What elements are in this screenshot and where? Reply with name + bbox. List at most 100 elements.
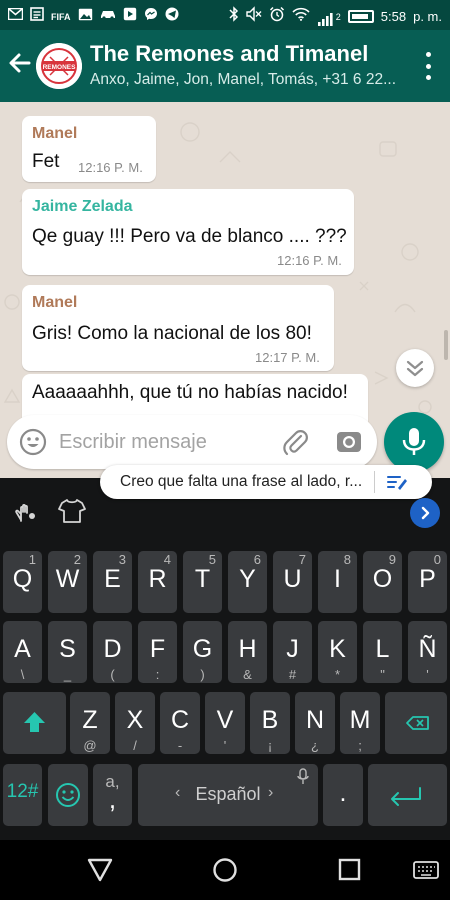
voice-message-button[interactable] [384, 412, 444, 472]
shift-key[interactable] [3, 692, 66, 754]
key-w[interactable]: 2W [48, 551, 87, 613]
suggestion-edit-icon[interactable] [386, 473, 408, 491]
signal-icon: 2 [317, 8, 341, 26]
message-sender: Manel [32, 294, 78, 311]
key-v[interactable]: V ' [205, 692, 245, 754]
key-a[interactable]: A \ [3, 621, 42, 683]
home-nav-icon[interactable] [213, 858, 237, 882]
keyboard-switch-icon[interactable] [413, 861, 439, 879]
message-text: Fet [32, 151, 60, 172]
battery-icon [347, 10, 374, 23]
key-enye[interactable]: Ñ ' [408, 621, 447, 683]
key-r[interactable]: 4R [138, 551, 177, 613]
numbers-key[interactable]: 12# [3, 764, 42, 826]
key-n[interactable]: N ¿ [295, 692, 335, 754]
message-time: 12:17 P. M. [255, 350, 320, 365]
keyboard: 1Q 2W 3E 4R 5T 6Y 7U 8I 9O 0P A \ S _ D( F… [0, 478, 450, 840]
telegram-icon [165, 7, 179, 26]
attach-icon[interactable] [281, 427, 309, 457]
double-chevron-down-icon [406, 360, 424, 377]
key-q[interactable]: 1Q [3, 551, 42, 613]
expand-suggestions-button[interactable] [410, 498, 440, 528]
key-k[interactable]: K * [318, 621, 357, 683]
status-bar: FIFA 2 5:58 p. m. [0, 0, 450, 30]
backspace-icon [406, 716, 429, 730]
voice-input-icon [297, 768, 309, 784]
message-bubble[interactable]: Jaime Zelada Qe guay !!! Pero va de blan… [22, 189, 354, 275]
key-i[interactable]: 8I [318, 551, 357, 613]
key-h[interactable]: H & [228, 621, 267, 683]
comma-key[interactable]: a, , [93, 764, 132, 826]
chat-header: REMONES The Remones and Timanel Anxo, Ja… [0, 30, 450, 102]
key-m[interactable]: M; [340, 692, 380, 754]
suggestion-text: Creo que falta una frase al lado, r... [120, 473, 363, 490]
bluetooth-icon [229, 6, 239, 27]
emoji-key[interactable] [48, 764, 88, 826]
microphone-icon [402, 428, 426, 455]
message-input[interactable] [59, 427, 279, 457]
enter-key[interactable] [368, 764, 447, 826]
messenger-icon [144, 7, 158, 26]
key-l[interactable]: L " [363, 621, 402, 683]
enter-arrow-icon [391, 787, 421, 806]
space-key[interactable]: ‹ Español › [138, 764, 318, 826]
image-icon [78, 8, 93, 26]
chat-title[interactable]: The Remones and Timanel [90, 41, 368, 67]
back-nav-icon[interactable] [87, 858, 113, 882]
key-y[interactable]: 6Y [228, 551, 267, 613]
key-e[interactable]: 3E [93, 551, 132, 613]
key-j[interactable]: J # [273, 621, 312, 683]
back-arrow-icon[interactable] [6, 50, 34, 78]
gmail-icon [7, 7, 24, 25]
key-d[interactable]: D( [93, 621, 132, 683]
key-x[interactable]: X / [115, 692, 155, 754]
key-b[interactable]: B ¡ [250, 692, 290, 754]
key-p[interactable]: 0P [408, 551, 447, 613]
message-sender: Manel [32, 125, 78, 142]
scrollbar[interactable] [444, 330, 448, 360]
message-text: Aaaaaahhh, que tú no habías nacido! [32, 382, 348, 403]
news-icon [30, 7, 44, 26]
wifi-icon [292, 7, 310, 26]
shift-arrow-icon [24, 712, 45, 732]
more-options-icon[interactable] [424, 52, 432, 80]
recents-nav-icon[interactable] [338, 858, 361, 881]
message-composer [7, 415, 377, 469]
key-f[interactable]: F: [138, 621, 177, 683]
status-time: 5:58 [380, 8, 407, 24]
mute-icon [246, 6, 262, 27]
message-time: 12:16 P. M. [277, 253, 342, 268]
chat-participants[interactable]: Anxo, Jaime, Jon, Manel, Tomás, +31 6 22… [90, 71, 408, 89]
period-key[interactable]: . [323, 764, 363, 826]
message-text: Gris! Como la nacional de los 80! [32, 323, 312, 344]
gesture-hand-icon[interactable] [12, 498, 38, 524]
message-time: 12:16 P. M. [78, 160, 143, 175]
backspace-key[interactable] [385, 692, 447, 754]
theme-shirt-icon[interactable] [58, 498, 86, 524]
fifa-icon: FIFA [51, 11, 71, 22]
group-avatar[interactable]: REMONES [36, 43, 82, 89]
message-bubble[interactable]: Manel Fet 12:16 P. M. [22, 116, 156, 182]
avatar-logo-text: REMONES [43, 64, 77, 71]
chevron-right-icon [421, 506, 430, 520]
key-u[interactable]: 7U [273, 551, 312, 613]
key-z[interactable]: Z @ [70, 692, 110, 754]
smiley-icon [56, 783, 80, 807]
scroll-to-bottom-button[interactable] [396, 349, 434, 387]
message-bubble[interactable]: Manel Gris! Como la nacional de los 80! … [22, 285, 334, 371]
smart-reply-suggestion[interactable]: Creo que falta una frase al lado, r... [100, 465, 432, 499]
key-c[interactable]: C- [160, 692, 200, 754]
camera-icon[interactable] [335, 428, 363, 456]
emoji-icon[interactable] [19, 428, 47, 456]
key-o[interactable]: 9O [363, 551, 402, 613]
key-t[interactable]: 5T [183, 551, 222, 613]
message-text: Qe guay !!! Pero va de blanco .... ??? [32, 226, 347, 247]
status-time-suffix: p. m. [413, 8, 442, 24]
key-g[interactable]: G) [183, 621, 222, 683]
car-icon [100, 8, 116, 25]
key-s[interactable]: S _ [48, 621, 87, 683]
message-sender: Jaime Zelada [32, 198, 133, 215]
video-icon [123, 7, 137, 26]
alarm-icon [269, 6, 285, 27]
suggestion-divider [374, 471, 375, 493]
